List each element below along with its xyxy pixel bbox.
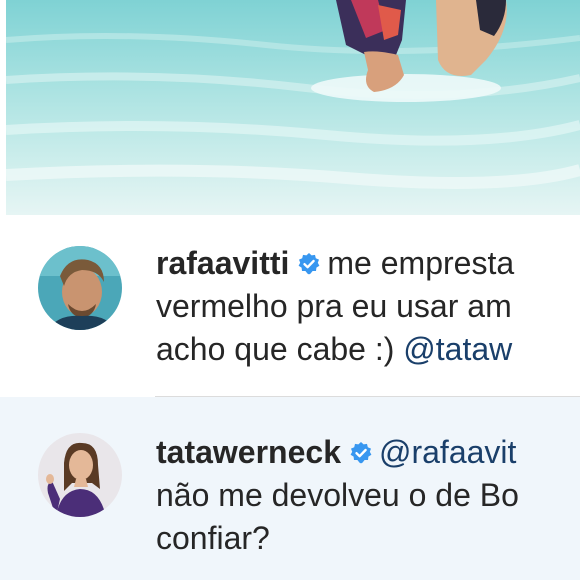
avatar-tatawerneck-image	[38, 433, 122, 517]
comment-line: vermelho pra eu usar am	[156, 288, 512, 324]
avatar[interactable]	[38, 246, 122, 330]
instagram-comments-screen: rafaavitti me empresta vermelho pra eu us…	[0, 0, 580, 580]
username-link[interactable]: rafaavitti	[156, 245, 289, 281]
avatar[interactable]	[38, 433, 122, 517]
comment-line: acho que cabe :) @tataw	[156, 328, 580, 371]
comment-row[interactable]: tatawerneck @rafaavit não me devolveu o d…	[0, 397, 580, 580]
comment-line: não me devolveu o de Bo	[156, 477, 519, 513]
comment-line: tatawerneck @rafaavit	[156, 431, 580, 474]
mention-link[interactable]: @rafaavit	[379, 434, 516, 470]
comment-text: tatawerneck @rafaavit não me devolveu o d…	[156, 431, 580, 560]
comment-text-segment: acho que cabe :)	[156, 331, 404, 367]
mention-link[interactable]: @tataw	[403, 331, 512, 367]
comment-line: rafaavitti me empresta	[156, 242, 580, 285]
comment-text-segment: me empresta	[327, 245, 515, 281]
avatar-rafaavitti-image	[38, 246, 122, 330]
comment-line: confiar?	[156, 520, 270, 556]
comment-text: rafaavitti me empresta vermelho pra eu us…	[156, 242, 580, 371]
verified-badge-icon	[298, 253, 320, 275]
post-photo[interactable]	[6, 0, 580, 215]
comment-row[interactable]: rafaavitti me empresta vermelho pra eu us…	[0, 218, 580, 396]
beach-photo-image	[6, 0, 580, 215]
verified-badge-icon	[350, 442, 372, 464]
username-link[interactable]: tatawerneck	[156, 434, 341, 470]
